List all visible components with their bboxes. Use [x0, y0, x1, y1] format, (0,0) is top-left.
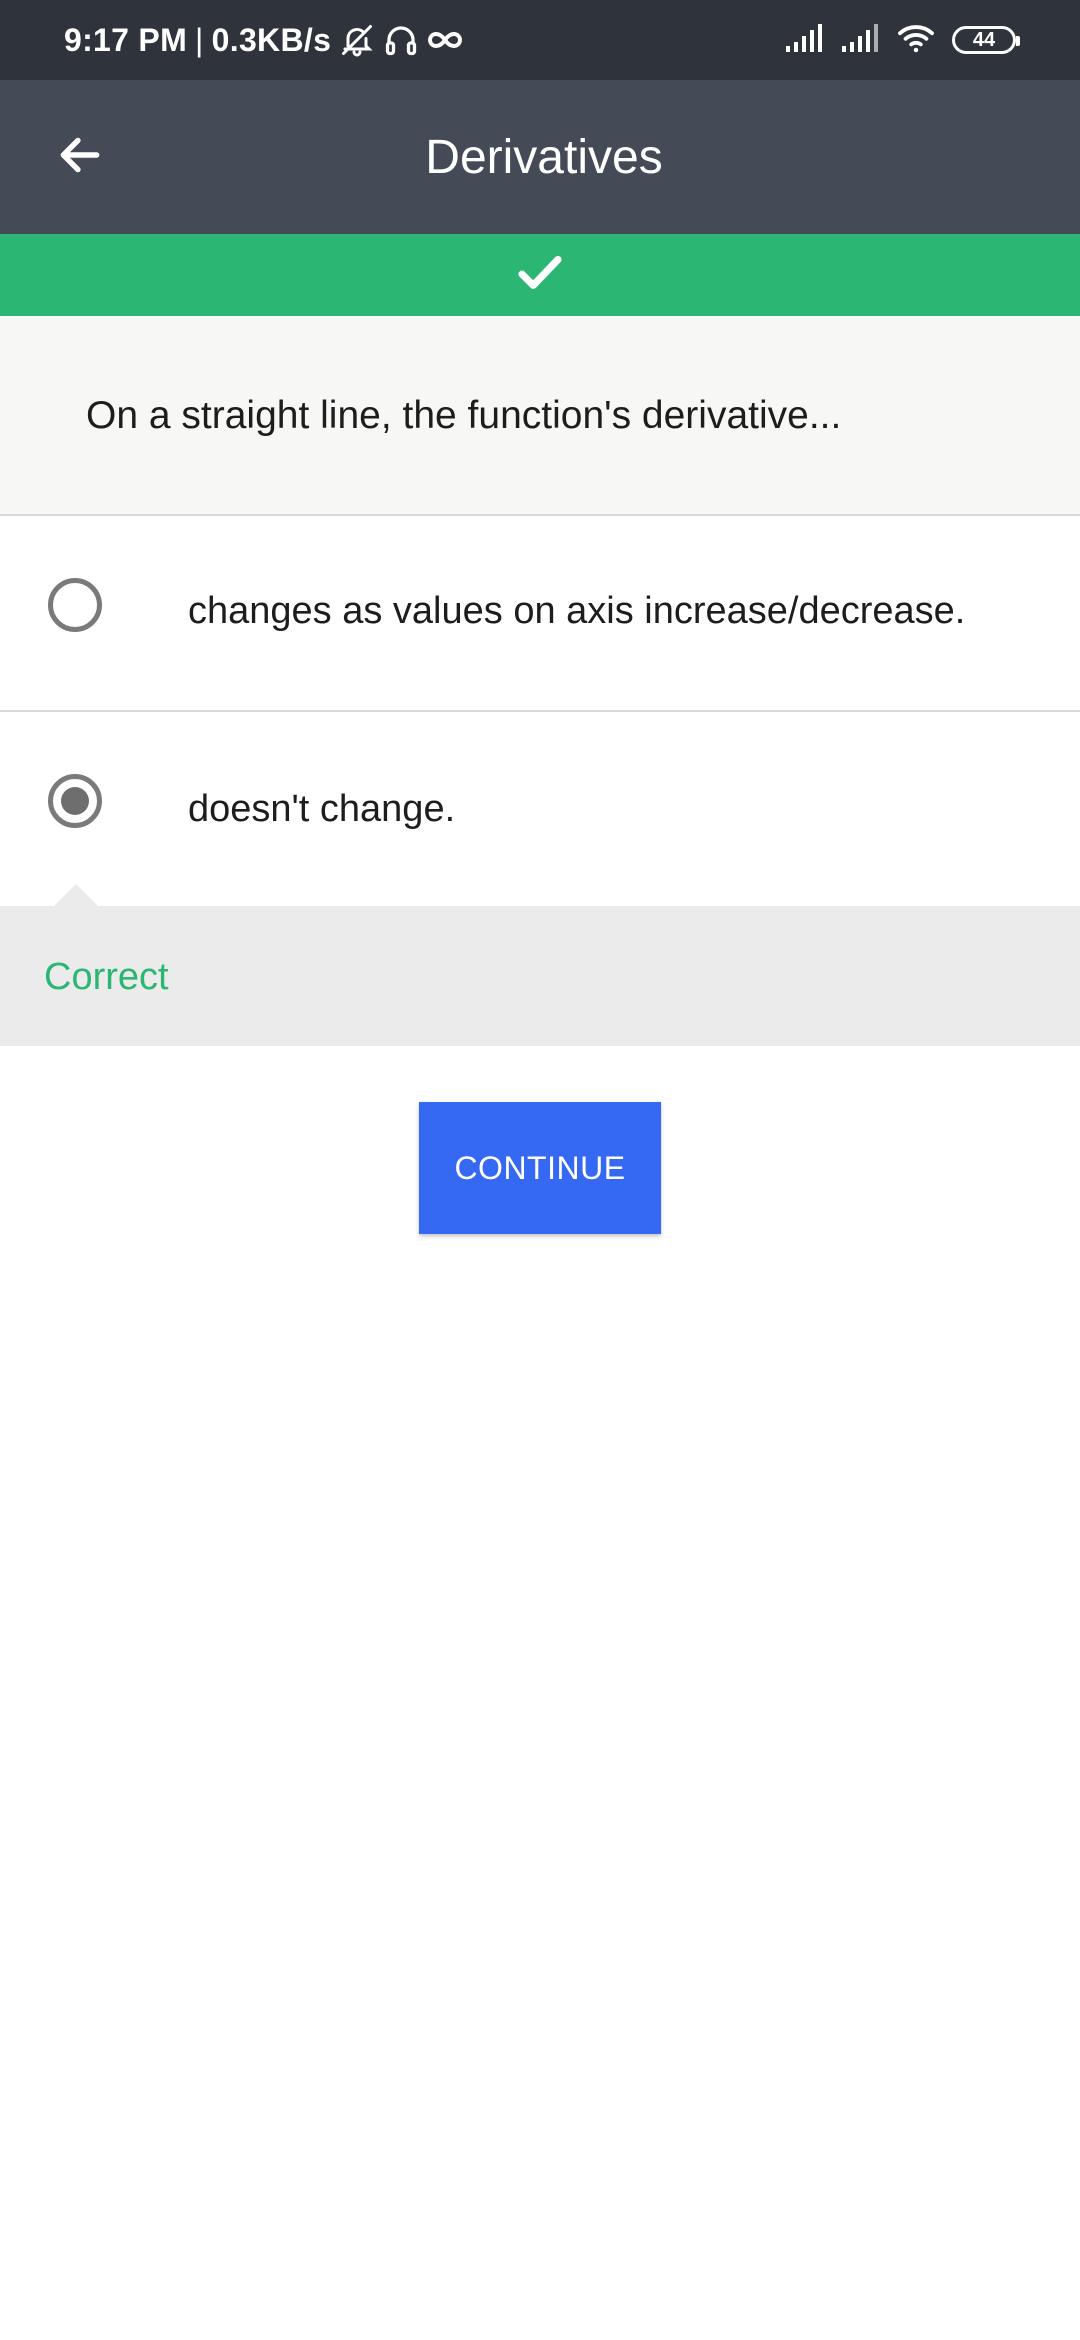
signal-icon [840, 22, 880, 59]
status-left: 9:17 PM | 0.3KB/s [64, 0, 463, 80]
answer-option-label: changes as values on axis increase/decre… [188, 590, 966, 632]
feedback-panel: Correct [0, 884, 1080, 1046]
radio-selected-icon[interactable] [48, 774, 102, 828]
headset-icon [383, 22, 419, 58]
wifi-icon [896, 22, 936, 59]
feedback-pointer [54, 884, 98, 906]
battery-level: 44 [972, 28, 996, 51]
status-network-speed: 0.3KB/s [211, 21, 332, 58]
bell-off-icon [339, 22, 375, 58]
question-text: On a straight line, the function's deriv… [86, 394, 842, 437]
continue-button[interactable]: CONTINUE [419, 1102, 661, 1234]
answer-option-1[interactable]: changes as values on axis increase/decre… [0, 516, 1080, 712]
status-right: 44 [784, 0, 1020, 80]
signal-icon [784, 22, 824, 59]
result-banner [0, 234, 1080, 316]
infinity-icon [427, 22, 463, 58]
checkmark-icon [513, 246, 567, 305]
status-time: 9:17 PM [64, 21, 188, 58]
app-bar: Derivatives [0, 80, 1080, 234]
radio-unselected-icon[interactable] [48, 578, 102, 632]
status-bar: 9:17 PM | 0.3KB/s 44 [0, 0, 1080, 80]
feedback-text: Correct [44, 956, 169, 998]
answer-option-2[interactable]: doesn't change. [0, 712, 1080, 906]
radio-dot [61, 787, 89, 815]
page-title: Derivatives [425, 130, 663, 184]
answer-option-label: doesn't change. [188, 788, 456, 830]
question-area: On a straight line, the function's deriv… [0, 316, 1080, 516]
status-separator: | [195, 21, 204, 58]
battery-icon: 44 [952, 26, 1020, 54]
